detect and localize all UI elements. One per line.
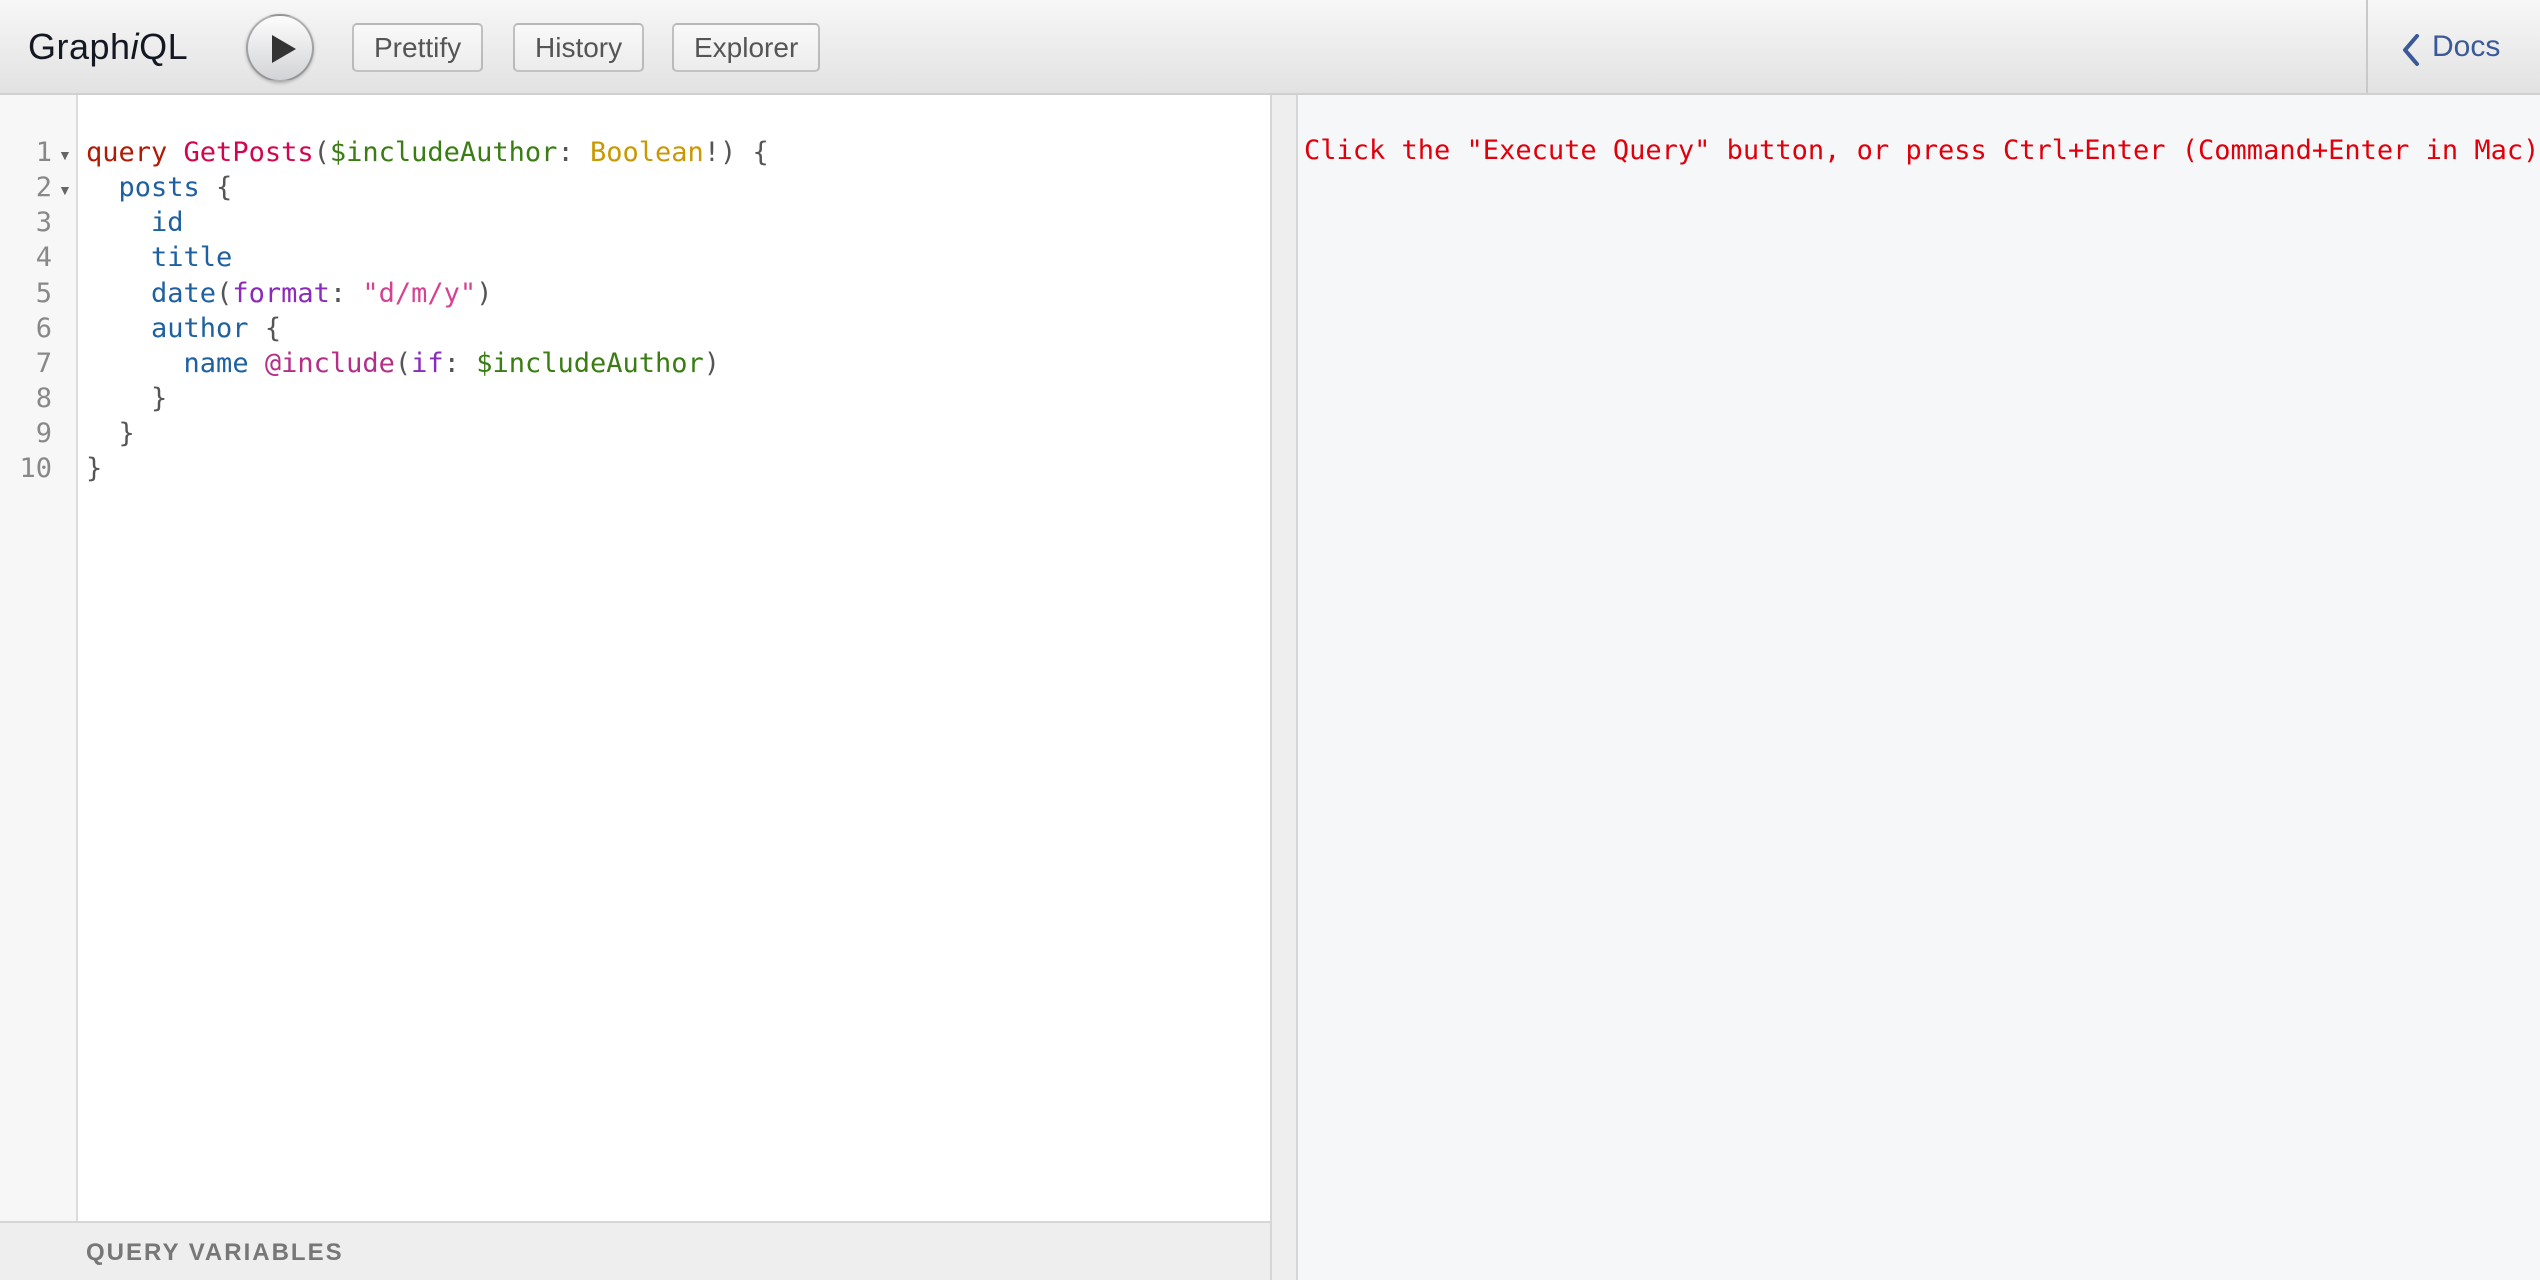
code-line[interactable]: date(format: "d/m/y") bbox=[86, 278, 492, 309]
code-line[interactable]: name @include(if: $includeAuthor) bbox=[86, 348, 720, 379]
punctuation: : bbox=[557, 137, 590, 168]
query-variables-toggle[interactable]: QUERY VARIABLES bbox=[0, 1221, 1270, 1280]
variable: $includeAuthor bbox=[329, 137, 558, 168]
type-name: Boolean bbox=[589, 137, 704, 168]
punctuation: ) bbox=[476, 278, 493, 309]
line-number: 5 bbox=[35, 278, 52, 309]
app-title: GraphiQL bbox=[28, 26, 188, 68]
keyword: query bbox=[86, 137, 168, 168]
app-title-part: Graph bbox=[28, 26, 131, 67]
string-value: "d/m/y" bbox=[362, 278, 477, 309]
play-icon bbox=[272, 35, 296, 63]
toolbar: GraphiQL Prettify History Explorer Docs bbox=[0, 0, 2540, 95]
code-line[interactable]: posts { bbox=[86, 172, 233, 203]
directive: @include bbox=[264, 348, 395, 379]
pane-resize-handle[interactable] bbox=[1270, 95, 1298, 1280]
line-number: 8 bbox=[35, 383, 52, 414]
fold-arrow-icon[interactable]: ▼ bbox=[58, 182, 72, 198]
line-number-gutter: 1 ▼ 2 ▼ 3 4 5 6 7 8 9 10 bbox=[0, 95, 78, 1221]
punctuation: { bbox=[199, 172, 233, 203]
docs-button[interactable]: Docs bbox=[2366, 0, 2540, 93]
execute-query-button[interactable] bbox=[246, 14, 314, 82]
line-number: 7 bbox=[35, 348, 52, 379]
fold-arrow-icon[interactable]: ▼ bbox=[58, 147, 72, 163]
argument-name: if bbox=[411, 348, 444, 379]
variable: $includeAuthor bbox=[476, 348, 704, 379]
line-number: 9 bbox=[35, 418, 52, 449]
punctuation: { bbox=[248, 313, 282, 344]
code-line[interactable]: id bbox=[86, 207, 184, 238]
punctuation: ( bbox=[313, 137, 330, 168]
code-line[interactable]: } bbox=[86, 383, 167, 414]
app-title-part: QL bbox=[139, 26, 189, 67]
explorer-button[interactable]: Explorer bbox=[672, 23, 821, 72]
line-number: 4 bbox=[35, 242, 52, 273]
code-line[interactable]: author { bbox=[86, 313, 281, 344]
line-number: 6 bbox=[35, 313, 52, 344]
history-button[interactable]: History bbox=[513, 23, 645, 72]
punctuation: : bbox=[329, 278, 363, 309]
code-line[interactable]: } bbox=[86, 453, 102, 484]
line-number: 3 bbox=[35, 207, 52, 238]
operation-name: GetPosts bbox=[183, 137, 314, 168]
punctuation: ) bbox=[703, 348, 721, 379]
code-line[interactable]: query GetPosts($includeAuthor: Boolean!)… bbox=[86, 137, 769, 168]
punctuation: : bbox=[443, 348, 477, 379]
line-number: 10 bbox=[19, 453, 52, 484]
docs-label: Docs bbox=[2432, 30, 2501, 63]
line-number: 2 bbox=[35, 172, 52, 203]
field-name: title bbox=[151, 242, 233, 273]
chevron-left-icon bbox=[2403, 34, 2419, 66]
field-name: name bbox=[183, 348, 249, 379]
code-line[interactable]: title bbox=[86, 242, 232, 273]
punctuation: ( bbox=[394, 348, 412, 379]
field-name: posts bbox=[118, 172, 200, 203]
punctuation: !) { bbox=[703, 137, 769, 168]
field-name: author bbox=[151, 313, 249, 344]
line-number: 1 bbox=[35, 137, 52, 168]
query-editor[interactable]: 1 ▼ 2 ▼ 3 4 5 6 7 8 9 10 query GetPosts(… bbox=[0, 95, 1270, 1221]
app-title-italic: i bbox=[130, 26, 140, 67]
punctuation: ( bbox=[216, 278, 233, 309]
field-name: date bbox=[151, 278, 217, 309]
result-pane: Click the "Execute Query" button, or pre… bbox=[1298, 95, 2540, 1280]
result-hint-text: Click the "Execute Query" button, or pre… bbox=[1304, 135, 2540, 166]
query-variables-title: QUERY VARIABLES bbox=[86, 1239, 344, 1266]
prettify-button[interactable]: Prettify bbox=[352, 23, 484, 72]
argument-name: format bbox=[232, 278, 330, 309]
code-line[interactable]: } bbox=[86, 418, 135, 449]
field-name: id bbox=[151, 207, 184, 238]
